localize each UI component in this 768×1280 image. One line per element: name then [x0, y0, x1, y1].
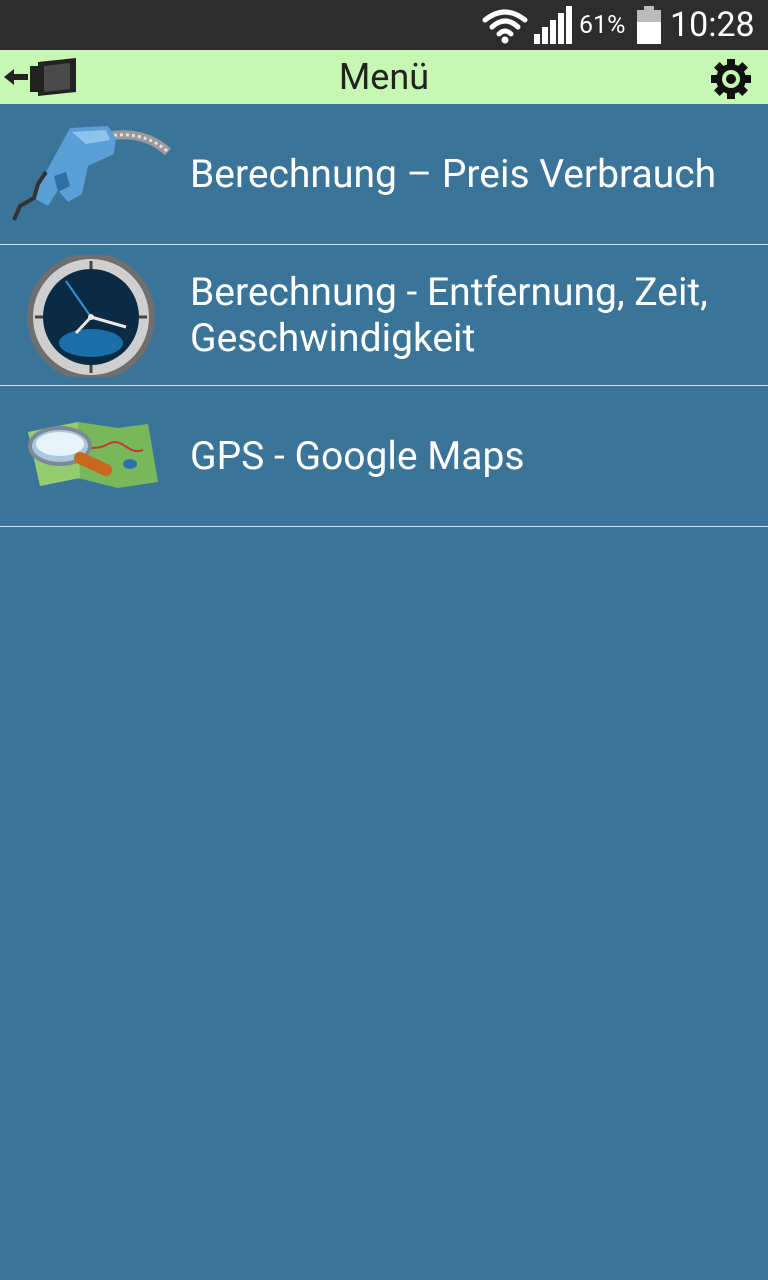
wifi-icon: [482, 9, 528, 44]
menu-item-label: GPS - Google Maps: [190, 433, 525, 479]
page-title: Menü: [338, 56, 430, 98]
clock-icon: [27, 255, 155, 377]
menu-item-distance-time-speed[interactable]: Berechnung - Entfernung, Zeit, Geschwind…: [0, 245, 768, 386]
menu-item-price-consumption[interactable]: Berechnung – Preis Verbrauch: [0, 104, 768, 245]
app-bar: Menü: [0, 50, 768, 104]
menu-item-label: Berechnung - Entfernung, Zeit, Geschwind…: [190, 269, 708, 361]
menu-item-label: Berechnung – Preis Verbrauch: [190, 151, 717, 197]
battery-icon: [637, 6, 661, 44]
status-bar: 61% 10:28: [0, 0, 768, 50]
clock-time: 10:28: [670, 5, 755, 45]
battery-percentage: 61%: [579, 11, 626, 40]
gear-icon[interactable]: [710, 58, 752, 100]
map-magnifier-icon: [28, 422, 158, 488]
fuel-nozzle-icon: [12, 126, 172, 221]
menu-list: Berechnung – Preis Verbrauch Berechnung …: [0, 104, 768, 527]
menu-item-gps-maps[interactable]: GPS - Google Maps: [0, 386, 768, 527]
signal-icon: [534, 6, 572, 44]
